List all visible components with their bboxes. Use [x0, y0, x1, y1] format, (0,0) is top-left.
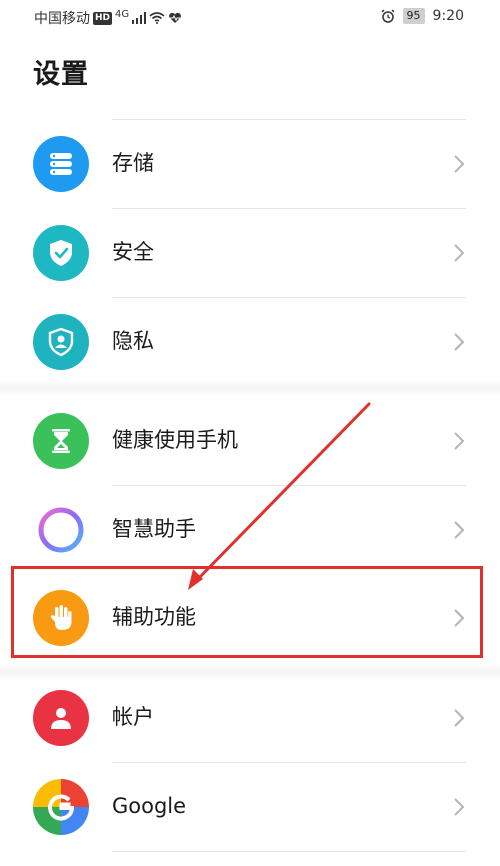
- hd-badge: HD: [93, 11, 113, 25]
- group-separator: [0, 380, 500, 396]
- settings-row-google[interactable]: Google: [0, 763, 500, 851]
- status-bar: 中国移动 HD 4G 95 9:20: [0, 0, 500, 36]
- hand-icon: [33, 590, 89, 646]
- chevron-right-icon: [454, 333, 465, 351]
- settings-row-smart-assistant[interactable]: 智慧助手: [0, 486, 500, 574]
- storage-icon: [33, 136, 89, 192]
- row-label-smart-assistant: 智慧助手: [112, 517, 196, 541]
- page-title: 设置: [33, 59, 89, 90]
- row-label-privacy: 隐私: [112, 329, 154, 353]
- google-icon: [33, 779, 89, 835]
- shield-check-icon: [33, 225, 89, 281]
- status-left: 中国移动 HD 4G: [34, 8, 182, 28]
- wifi-icon: [149, 12, 165, 24]
- chevron-right-icon: [454, 709, 465, 727]
- chevron-right-icon: [454, 521, 465, 539]
- settings-row-accounts[interactable]: 帐户: [0, 674, 500, 762]
- status-right: 95 9:20: [381, 8, 464, 24]
- hourglass-icon: [33, 413, 89, 469]
- row-label-storage: 存储: [112, 151, 154, 175]
- privacy-icon: [33, 314, 89, 370]
- signal-bars-icon: [132, 12, 147, 24]
- row-label-digital-balance: 健康使用手机: [112, 428, 238, 452]
- clock: 9:20: [432, 8, 464, 24]
- row-label-google: Google: [112, 794, 187, 818]
- row-label-accounts: 帐户: [112, 705, 154, 729]
- assistant-ring-icon: [33, 502, 89, 558]
- account-icon: [33, 690, 89, 746]
- row-divider: [112, 851, 466, 852]
- settings-row-accessibility[interactable]: 辅助功能: [0, 574, 500, 662]
- chevron-right-icon: [454, 432, 465, 450]
- alarm-icon: [381, 9, 395, 23]
- battery-level: 95: [402, 8, 425, 24]
- settings-row-storage[interactable]: 存储: [0, 120, 500, 208]
- settings-row-security[interactable]: 安全: [0, 209, 500, 297]
- chevron-right-icon: [454, 609, 465, 627]
- settings-row-digital-balance[interactable]: 健康使用手机: [0, 397, 500, 485]
- row-label-security: 安全: [112, 240, 154, 264]
- row-label-accessibility: 辅助功能: [112, 605, 196, 629]
- heart-pulse-icon: [169, 12, 182, 23]
- chevron-right-icon: [454, 155, 465, 173]
- chevron-right-icon: [454, 798, 465, 816]
- chevron-right-icon: [454, 244, 465, 262]
- signal-icon: 4G: [115, 8, 130, 20]
- carrier-name: 中国移动: [34, 11, 90, 27]
- settings-row-privacy[interactable]: 隐私: [0, 298, 500, 386]
